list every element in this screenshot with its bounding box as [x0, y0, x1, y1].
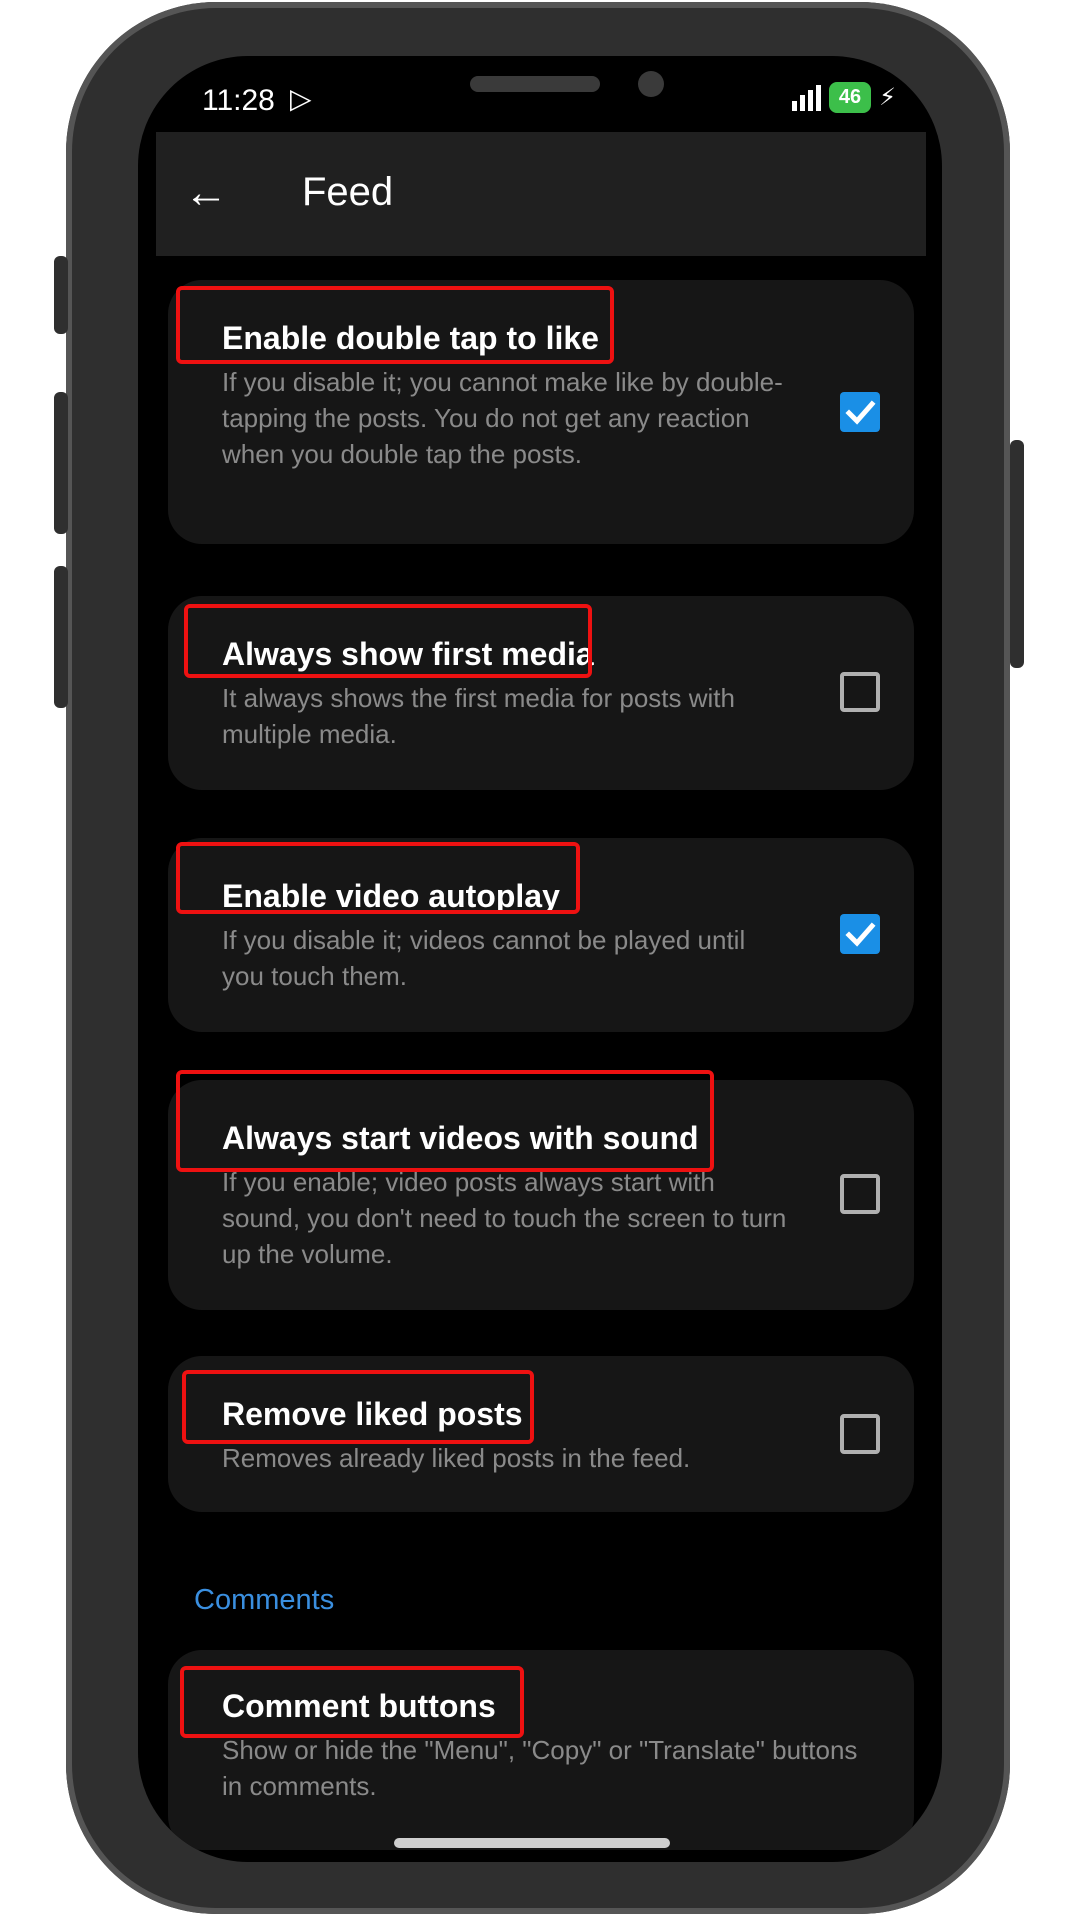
video-autoplay-checkbox[interactable]	[840, 914, 880, 954]
page-title: Feed	[302, 170, 394, 214]
back-arrow-icon[interactable]: ←	[184, 168, 234, 218]
speaker-grille	[470, 76, 600, 92]
play-store-icon: ▷	[290, 83, 312, 114]
section-header-comments: Comments	[194, 1584, 335, 1616]
setting-double-tap-like[interactable]: Enable double tap to like If you disable…	[168, 280, 914, 544]
setting-title: Enable video autoplay	[222, 878, 560, 914]
side-button-volume-up	[54, 392, 68, 534]
setting-title: Always show first media	[222, 636, 594, 672]
setting-videos-sound[interactable]: Always start videos with sound If you en…	[168, 1080, 914, 1310]
setting-description: It always shows the first media for post…	[222, 683, 735, 749]
setting-comment-buttons[interactable]: Comment buttons Show or hide the "Menu",…	[168, 1650, 914, 1850]
status-right-group: 46 ⚡	[791, 82, 896, 113]
setting-title: Remove liked posts	[222, 1396, 523, 1432]
setting-description: If you enable; video posts always start …	[222, 1167, 787, 1269]
side-button-mute	[54, 256, 68, 334]
phone-screen: 11:28 ▷ 46 ⚡ ← Feed Enable double tap to…	[138, 56, 942, 1862]
setting-video-autoplay[interactable]: Enable video autoplay If you disable it;…	[168, 838, 914, 1032]
videos-sound-checkbox[interactable]	[840, 1174, 880, 1214]
home-indicator[interactable]	[394, 1838, 670, 1848]
setting-title: Always start videos with sound	[222, 1120, 699, 1156]
setting-description: Show or hide the "Menu", "Copy" or "Tran…	[222, 1735, 858, 1801]
setting-description: Removes already liked posts in the feed.	[222, 1443, 691, 1473]
first-media-checkbox[interactable]	[840, 672, 880, 712]
side-button-power	[1010, 440, 1024, 668]
side-button-volume-down	[54, 566, 68, 708]
setting-title: Comment buttons	[222, 1688, 496, 1724]
setting-title: Enable double tap to like	[222, 320, 599, 356]
setting-first-media[interactable]: Always show first media It always shows …	[168, 596, 914, 790]
app-bar: ← Feed	[156, 132, 926, 256]
setting-description: If you disable it; videos cannot be play…	[222, 925, 746, 991]
front-camera	[638, 71, 664, 97]
setting-remove-liked[interactable]: Remove liked posts Removes already liked…	[168, 1356, 914, 1512]
double-tap-like-checkbox[interactable]	[840, 392, 880, 432]
setting-description: If you disable it; you cannot make like …	[222, 367, 783, 469]
status-time: 11:28	[202, 84, 275, 117]
remove-liked-checkbox[interactable]	[840, 1414, 880, 1454]
charging-icon: ⚡	[879, 84, 896, 111]
signal-icon	[791, 84, 821, 111]
battery-icon: 46	[828, 82, 872, 113]
